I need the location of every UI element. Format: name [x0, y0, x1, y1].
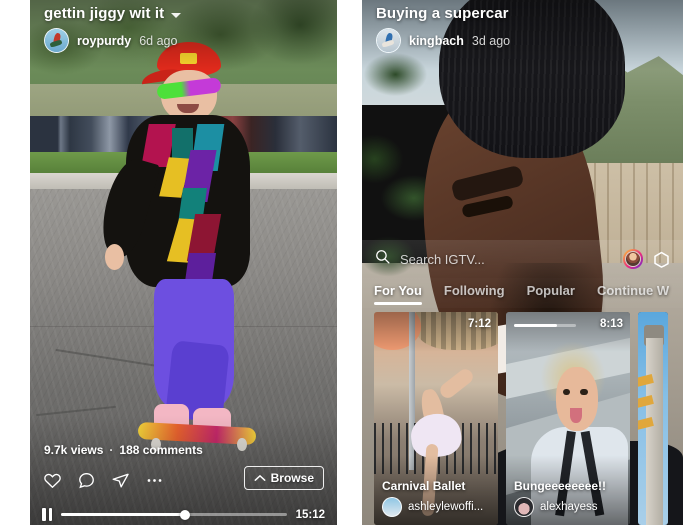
black-beanie [439, 0, 626, 158]
chevron-up-icon [254, 471, 266, 485]
video-duration: 15:12 [295, 508, 325, 521]
avatar[interactable] [44, 28, 69, 53]
avatar [382, 497, 402, 517]
author-username[interactable]: roypurdy [77, 34, 131, 48]
video-stats-row: 9.7k views · 188 comments [44, 443, 203, 457]
card-username: ashleylewoffi... [408, 501, 484, 513]
dancer-leg-raised [437, 366, 477, 401]
search-bar[interactable]: Search IGTV... [362, 240, 683, 278]
browse-button-label: Browse [270, 471, 314, 485]
author-username[interactable]: kingbach [409, 34, 464, 48]
progress-fill [61, 513, 186, 516]
card-duration: 8:13 [599, 318, 623, 330]
igtv-browse-sheet: Search IGTV... For You Following Popular… [362, 240, 683, 525]
tab-continue-watching[interactable]: Continue W [597, 283, 669, 304]
card-user-row[interactable]: ashleylewoffi... [382, 497, 483, 517]
author-byline[interactable]: kingbach 3d ago [376, 28, 510, 53]
video-title-row[interactable]: Buying a supercar [376, 5, 509, 22]
card-duration: 7:12 [467, 318, 491, 330]
igtv-settings-icon[interactable] [652, 250, 671, 269]
author-byline[interactable]: roypurdy 6d ago [44, 28, 177, 53]
skateboarder-subject [93, 42, 276, 473]
video-card[interactable]: 8:13 Bungeeeeeeee!! alexhayess [506, 312, 630, 525]
profile-avatar[interactable] [623, 249, 643, 269]
card-title: Bungeeeeeeee!! [514, 479, 607, 493]
igtv-video-player-left: gettin jiggy wit it roypurdy 6d ago 9.7k… [30, 0, 337, 525]
chevron-down-icon[interactable] [171, 12, 182, 18]
tab-popular[interactable]: Popular [527, 283, 575, 304]
avatar [514, 497, 534, 517]
video-title-text: Buying a supercar [376, 5, 509, 22]
tab-following[interactable]: Following [444, 283, 505, 304]
video-title-row[interactable]: gettin jiggy wit it [44, 5, 182, 22]
video-actions-row [43, 471, 164, 490]
tongue [570, 407, 582, 423]
tower-body [645, 337, 663, 525]
more-options-icon[interactable] [145, 471, 164, 490]
card-progress-fill [514, 324, 558, 327]
eye [580, 388, 588, 396]
progress-knob[interactable] [180, 509, 191, 520]
comment-count[interactable]: 188 comments [119, 443, 202, 457]
stats-separator: · [109, 443, 114, 457]
post-age: 3d ago [471, 33, 511, 48]
view-count: 9.7k views [44, 443, 104, 457]
card-progress-bar [514, 324, 576, 327]
card-thumbnail [638, 312, 668, 525]
like-icon[interactable] [43, 471, 62, 490]
search-icon [374, 248, 391, 270]
cap-logo [179, 53, 198, 65]
hand [104, 244, 124, 271]
igtv-browse-right: Buying a supercar kingbach 3d ago Search… [362, 0, 683, 525]
screenshot-root: gettin jiggy wit it roypurdy 6d ago 9.7k… [0, 0, 700, 525]
share-icon[interactable] [111, 471, 130, 490]
skateboard-wheel [237, 438, 247, 451]
card-username: alexhayess [540, 501, 598, 513]
browse-tabs: For You Following Popular Continue W [362, 278, 683, 308]
browse-button[interactable]: Browse [243, 466, 324, 490]
progress-scrubber[interactable] [61, 509, 287, 520]
avatar[interactable] [376, 28, 401, 53]
video-card-carousel[interactable]: 7:12 Carnival Ballet ashleylewoffi... 8:… [362, 312, 683, 525]
card-title: Carnival Ballet [382, 479, 466, 493]
video-card[interactable]: 7:12 Carnival Ballet ashleylewoffi... [374, 312, 498, 525]
tab-for-you[interactable]: For You [374, 283, 422, 305]
post-age: 6d ago [139, 33, 178, 48]
pause-icon[interactable] [42, 508, 52, 521]
player-controls: 15:12 [30, 508, 337, 521]
search-input[interactable]: Search IGTV... [400, 252, 614, 267]
video-card[interactable] [638, 312, 668, 525]
comment-icon[interactable] [77, 471, 96, 490]
video-title-text: gettin jiggy wit it [44, 5, 165, 22]
card-user-row[interactable]: alexhayess [514, 497, 598, 517]
